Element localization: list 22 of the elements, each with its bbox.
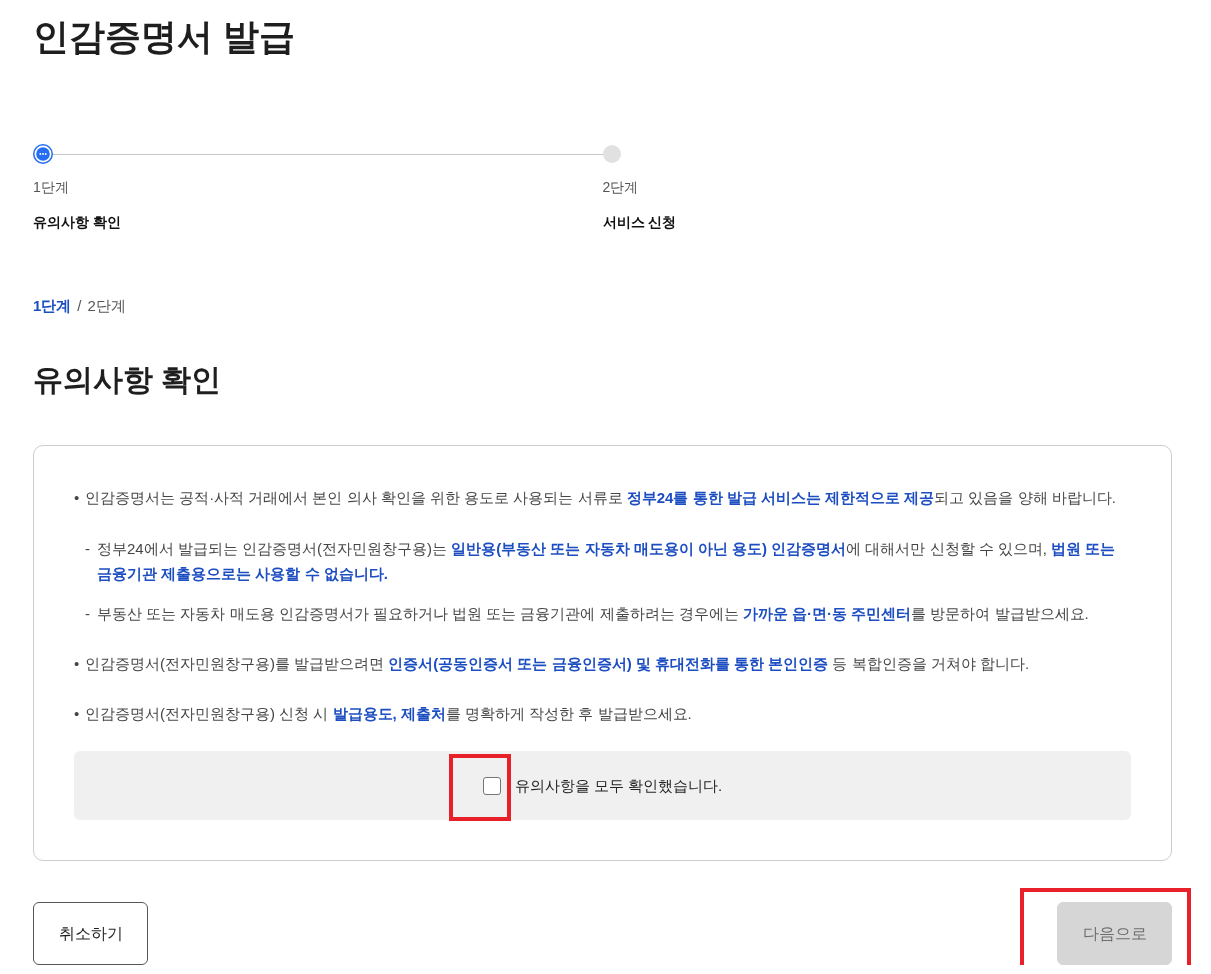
section-title: 유의사항 확인 xyxy=(33,362,223,398)
notice-text: 인감증명서(전자민원창구용) 신청 시 발급용도, 제출처를 명확하게 작성한 후 발급받으세요. xyxy=(85,704,693,724)
checkbox-label: 유의사항을 모두 확인했습니다. xyxy=(514,775,723,796)
list-marker: • xyxy=(74,704,81,724)
step-label: 유의사항 확인 xyxy=(33,213,122,232)
notice-text: 인감증명서는 공적·사적 거래에서 본인 의사 확인을 위한 용도로 사용되는 서류로 정부24를 통한 발급 서비스는 제한적으로 제공되고 있음을 양해 바랍니다. xyxy=(85,488,1117,508)
notice-text: 부동산 또는 자동차 매도용 인감증명서가 필요하거나 법원 또는 금융기관에 제출하려는 경우에는 가까운 읍·면·동 주민센터를 방문하여 발급받으세요. xyxy=(97,604,1090,624)
list-marker: - xyxy=(85,604,91,624)
step-number: 2단계 xyxy=(602,178,640,197)
page-title: 인감증명서 발급 xyxy=(33,15,296,58)
list-marker: • xyxy=(74,488,81,508)
notice-text: 인감증명서(전자민원창구용)를 발급받으려면 인증서(공동인증서 또는 금융인증서) 및 휴대전화를 통한 본인인증 등 복합인증을 거쳐야 합니다. xyxy=(85,654,1031,674)
cancel-button[interactable]: 취소하기 xyxy=(33,902,148,965)
confirm-checkbox[interactable] xyxy=(482,776,501,795)
step-label: 서비스 신청 xyxy=(602,213,678,232)
breadcrumb-separator: / xyxy=(77,296,82,316)
step-number: 1단계 xyxy=(33,178,70,197)
list-marker: - xyxy=(85,539,91,559)
list-marker: • xyxy=(74,654,81,674)
notice-text: 정부24에서 발급되는 인감증명서(전자민원창구용)는 일반용(부동산 또는 자동차 매도용이 아닌 용도) 인감증명서에 대해서만 신청할 수 있으며, 법원 또는 금융기관 제출용으로는 사용할 수 없습니다. xyxy=(97,539,1117,584)
step-indicator: 1단계 xyxy=(33,296,72,316)
step-indicator: 2단계 xyxy=(87,296,126,316)
